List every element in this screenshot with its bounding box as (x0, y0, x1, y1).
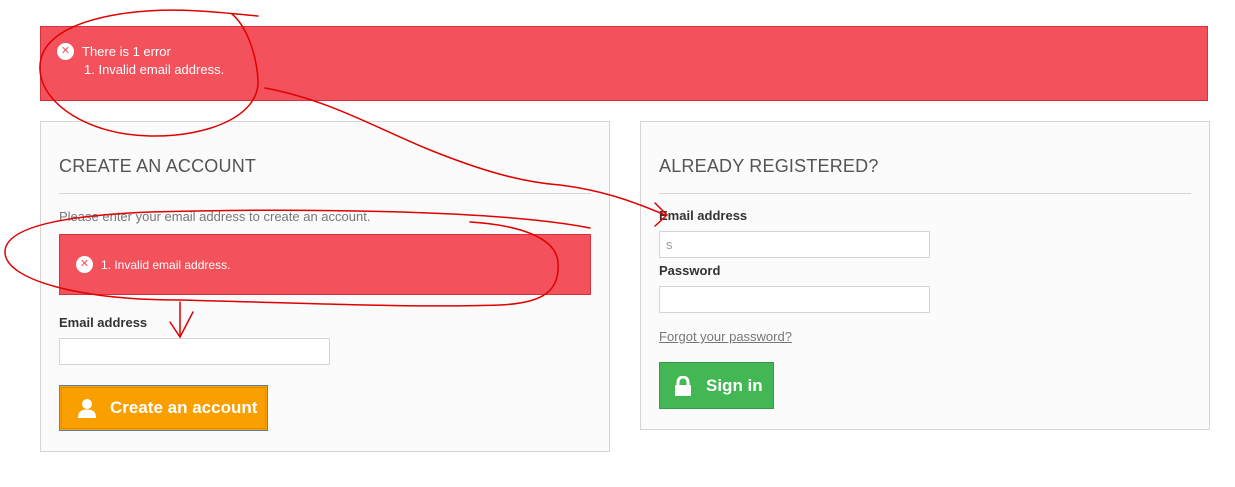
sign-in-button-label: Sign in (706, 375, 763, 395)
create-account-error-item: 1. Invalid email address. (101, 257, 231, 272)
create-account-button-label: Create an account (110, 398, 258, 417)
create-account-panel: CREATE AN ACCOUNT Please enter your emai… (40, 121, 610, 452)
lock-icon (675, 375, 691, 396)
forgot-password-link[interactable]: Forgot your password? (659, 329, 792, 344)
create-email-label: Email address (59, 315, 148, 330)
close-circle-icon: ✕ (57, 43, 74, 60)
close-circle-icon: ✕ (76, 256, 93, 273)
login-email-input[interactable]: s (659, 231, 930, 258)
password-input[interactable] (659, 286, 930, 313)
password-label: Password (659, 263, 721, 278)
create-account-heading: CREATE AN ACCOUNT (59, 156, 257, 176)
error-alert-title: There is 1 error (82, 44, 171, 59)
login-heading: ALREADY REGISTERED? (659, 156, 879, 176)
divider (59, 193, 591, 194)
create-account-button[interactable]: Create an account (59, 385, 268, 431)
error-alert-item: 1. Invalid email address. (84, 62, 225, 77)
create-email-input[interactable] (59, 338, 330, 365)
divider (659, 193, 1191, 194)
login-panel: ALREADY REGISTERED? Email address s Pass… (640, 121, 1210, 430)
login-email-label: Email address (659, 208, 748, 223)
create-account-error-alert: ✕ 1. Invalid email address. (59, 234, 591, 295)
sign-in-button[interactable]: Sign in (659, 362, 774, 409)
error-alert-title-row: ✕ There is 1 error (57, 43, 171, 60)
create-account-hint: Please enter your email address to creat… (59, 209, 371, 224)
user-icon (78, 399, 96, 418)
error-alert-banner: ✕ There is 1 error 1. Invalid email addr… (40, 26, 1208, 101)
